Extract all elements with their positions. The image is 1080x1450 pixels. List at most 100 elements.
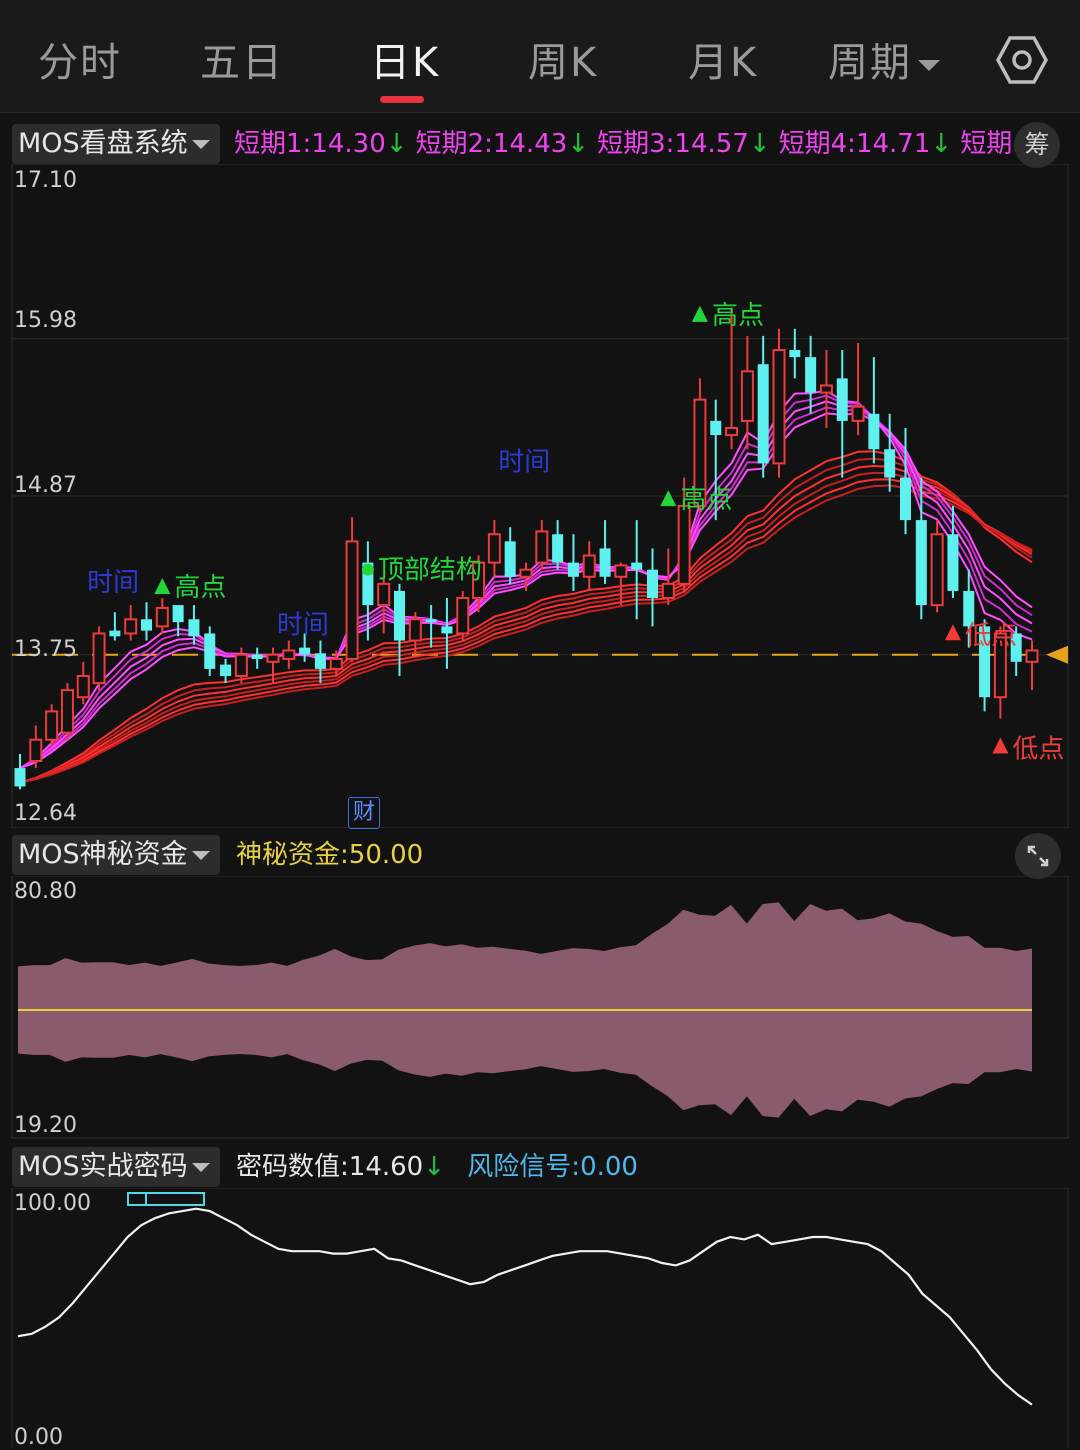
candle-body-down [805,357,817,393]
risk-signal-label: 风险信号 [467,1152,572,1182]
code-line-chart [11,1188,1069,1448]
tab-five-day[interactable]: 五日 [200,30,284,88]
financial-report-badge[interactable]: 财 [348,797,380,829]
candle-body-up [677,504,691,585]
candle-body-down [884,449,896,478]
candle-body-up [329,657,343,670]
long-term-ma-line [19,484,1033,784]
down-arrow-icon: ↓ [930,129,953,159]
candle [124,605,138,641]
code-indicator-name: MOS实战密码 [18,1151,188,1182]
candle [76,661,90,705]
candle [740,335,754,450]
candle-body-down [504,541,516,577]
high-point-marker-icon [660,490,677,507]
candle-body-up [76,674,90,699]
high-point-marker-icon [154,577,171,594]
candle [582,541,596,591]
y-axis-label: 12.64 [14,801,77,826]
low-point-marker-icon [992,737,1009,754]
tab-monthly-k[interactable]: 月K [688,30,758,88]
chip-distribution-button[interactable]: 筹 [1014,122,1060,168]
candle-body-down [599,548,611,577]
code-value-line [17,1207,1033,1406]
top-structure-label: 顶部结构 [378,556,482,586]
down-arrow-icon: ↓ [385,129,408,159]
active-tab-indicator [380,96,424,103]
candle-body-down [441,626,453,634]
candle-body-up [930,533,944,607]
candle [92,626,106,691]
long-term-ma-line [19,464,1033,784]
candle-body-down [188,619,200,637]
candle-body-down [631,562,643,570]
candle-body-up [519,568,533,578]
candle [282,640,296,669]
candle-body-up [282,649,296,660]
candle-body-up [1025,649,1039,663]
candle-body-up [345,540,359,660]
candle-body-up [772,349,786,465]
candle-body-down [204,633,216,669]
candle-body-down [14,768,26,787]
candle-body-up [740,370,754,422]
candle [487,520,501,577]
candle-body-down [947,534,959,591]
candle [1025,640,1039,691]
candle-body-up [92,632,106,685]
y-axis-label: 14.87 [14,473,77,498]
candle-body-down [868,413,880,450]
candle [930,520,944,613]
candle-body-down [552,534,564,563]
candle-body-down [299,647,311,655]
legend-item-short-term-2: 短期2:14.43↓ [416,129,590,159]
fund-legend-value: 50.00 [348,840,424,870]
candle-body-down [789,350,801,358]
candle [819,350,833,428]
tab-daily-k[interactable]: 日K [370,30,440,88]
fund-indicator-selector[interactable]: MOS神秘资金 [12,835,220,875]
candle-body-down [710,420,722,436]
tab-period-dropdown[interactable]: 周期 [828,30,940,88]
candle-body-up [725,426,739,437]
low-point-label: 低点 [1012,735,1064,765]
main-indicator-selector[interactable]: MOS看盘系统 [12,124,220,164]
candle [851,342,865,436]
top-structure-dot-icon [361,563,374,576]
candle-body-up [456,597,470,635]
candle [155,598,169,634]
candle-body-down [109,630,121,637]
fund-legend-label: 神秘资金 [236,840,341,870]
candle [141,602,152,641]
high-point-marker-icon [691,305,708,322]
legend-item-short-term-3: 短期3:14.57↓ [597,129,771,159]
candle [535,520,549,570]
tab-weekly-k[interactable]: 周K [528,30,598,88]
high-point-label: 高点 [174,573,226,603]
candle-body-down [647,569,658,599]
long-term-ma-line [19,471,1033,784]
candle-body-up [155,606,169,628]
code-value: 14.60 [348,1152,424,1182]
current-price-pointer [1046,645,1068,664]
y-axis-label: 0.00 [14,1425,63,1450]
y-axis-label: 15.98 [14,308,77,333]
legend-label: 短期4:14.71 [778,129,931,159]
code-indicator-selector[interactable]: MOS实战密码 [12,1147,220,1187]
candle-body-down [425,619,437,623]
candle-body-down [900,477,911,521]
candle-body-up [819,384,833,394]
candle [172,605,184,637]
settings-hexagon-icon[interactable] [996,34,1048,86]
chevron-down-icon [191,1163,210,1172]
tab-period-label: 周期 [828,40,912,86]
expand-icon[interactable] [1015,833,1061,879]
candle-body-up [535,530,549,564]
low-point-label: 低点 [965,621,1017,651]
candle [456,590,470,641]
candle [599,520,611,584]
tab-intraday[interactable]: 分时 [38,30,122,88]
candle [772,328,786,478]
time-marker-label: 时间 [277,610,329,640]
candle [45,704,59,747]
